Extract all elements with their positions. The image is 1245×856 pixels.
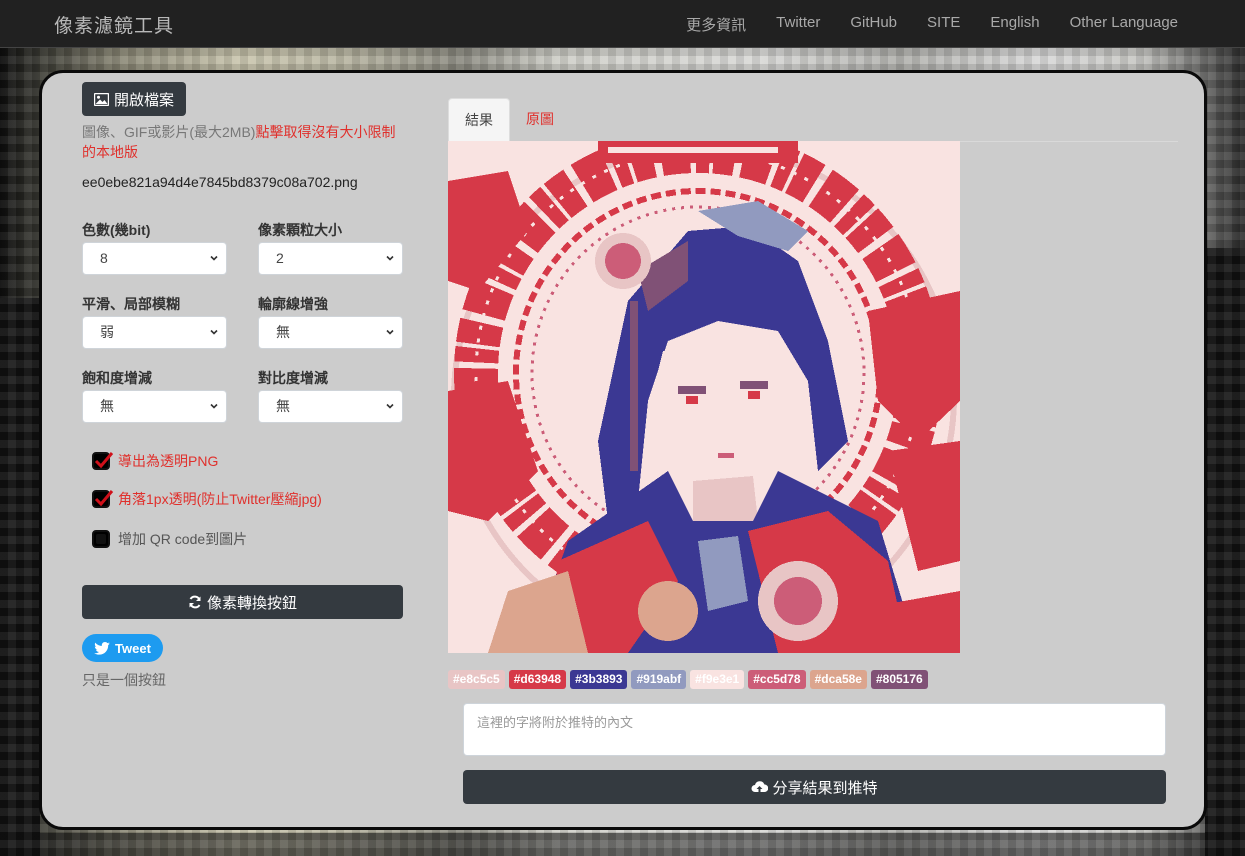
smoothing-select[interactable]: 弱 bbox=[82, 316, 227, 349]
share-label: 分享結果到推特 bbox=[772, 779, 878, 797]
tweet-label: Tweet bbox=[115, 640, 151, 656]
smoothing-value: 弱 bbox=[100, 324, 114, 340]
checkmark-icon bbox=[94, 452, 114, 469]
twitter-bird-icon bbox=[94, 641, 110, 655]
chevron-down-icon bbox=[386, 403, 394, 409]
pixel-convert-label: 像素轉換按鈕 bbox=[206, 594, 297, 612]
only-button-caption: 只是一個按鈕 bbox=[82, 672, 166, 688]
pixel-size-value: 2 bbox=[276, 250, 284, 266]
open-file-button[interactable]: 開啟檔案 bbox=[82, 82, 187, 116]
saturation-select[interactable]: 無 bbox=[82, 390, 227, 423]
file-hint-text: 圖像、GIF或影片(最大2MB) bbox=[82, 124, 256, 140]
result-preview-image bbox=[448, 141, 960, 653]
pixel-convert-button[interactable]: 像素轉換按鈕 bbox=[82, 585, 403, 619]
qr-code-checkbox[interactable] bbox=[92, 530, 110, 548]
chevron-down-icon bbox=[210, 255, 218, 261]
navbar: 像素濾鏡工具 更多資訊 Twitter GitHub SITE English … bbox=[0, 0, 1245, 48]
pixel-size-label: 像素顆粒大小 bbox=[258, 222, 342, 238]
transparent-png-option[interactable]: 導出為透明PNG bbox=[92, 451, 218, 471]
corner-transparent-label: 角落1px透明(防止Twitter壓縮jpg) bbox=[118, 491, 322, 507]
palette-swatch: #d63948 bbox=[508, 670, 567, 689]
qr-code-label: 增加 QR code到圖片 bbox=[118, 531, 248, 547]
color-palette: #e8c5c5 #d63948 #3b3893 #919abf #f9e3e1 … bbox=[448, 670, 928, 689]
tab-original[interactable]: 原圖 bbox=[510, 98, 570, 141]
saturation-label: 飽和度增減 bbox=[82, 370, 152, 386]
nav-link-github[interactable]: GitHub bbox=[850, 14, 897, 35]
contrast-select[interactable]: 無 bbox=[258, 390, 403, 423]
color-count-value: 8 bbox=[100, 250, 108, 266]
transparent-png-checkbox[interactable] bbox=[92, 452, 114, 470]
tweet-button[interactable]: Tweet bbox=[82, 634, 163, 662]
chevron-down-icon bbox=[386, 329, 394, 335]
outline-label: 輪廓線增強 bbox=[258, 296, 328, 312]
transparent-png-label: 導出為透明PNG bbox=[118, 453, 219, 469]
share-to-twitter-button[interactable]: 分享結果到推特 bbox=[463, 770, 1166, 804]
image-icon bbox=[94, 92, 109, 106]
palette-swatch: #805176 bbox=[870, 670, 928, 689]
pixel-size-select[interactable]: 2 bbox=[258, 242, 403, 275]
saturation-value: 無 bbox=[100, 398, 114, 414]
palette-swatch: #919abf bbox=[631, 670, 687, 689]
nav-link-twitter[interactable]: Twitter bbox=[776, 14, 820, 35]
palette-swatch: #e8c5c5 bbox=[448, 670, 505, 689]
chevron-down-icon bbox=[210, 329, 218, 335]
nav-links: 更多資訊 Twitter GitHub SITE English Other L… bbox=[656, 14, 1178, 35]
result-tabs: 結果 原圖 bbox=[448, 98, 1178, 142]
color-count-select[interactable]: 8 bbox=[82, 242, 227, 275]
tab-result[interactable]: 結果 bbox=[448, 98, 510, 141]
chevron-down-icon bbox=[210, 403, 218, 409]
palette-swatch: #cc5d78 bbox=[748, 670, 806, 689]
palette-swatch: #3b3893 bbox=[570, 670, 628, 689]
palette-swatch: #f9e3e1 bbox=[690, 670, 745, 689]
nav-link-site[interactable]: SITE bbox=[927, 14, 960, 35]
tweet-text-input[interactable]: 這裡的字將附於推特的內文 bbox=[463, 703, 1166, 756]
chevron-down-icon bbox=[386, 255, 394, 261]
file-hint: 圖像、GIF或影片(最大2MB)點擊取得沒有大小限制的本地版 bbox=[82, 122, 407, 162]
outline-select[interactable]: 無 bbox=[258, 316, 403, 349]
pixel-art-illustration bbox=[448, 141, 960, 653]
corner-transparent-option[interactable]: 角落1px透明(防止Twitter壓縮jpg) bbox=[92, 489, 322, 509]
brand-title[interactable]: 像素濾鏡工具 bbox=[54, 11, 174, 38]
open-file-label: 開啟檔案 bbox=[114, 91, 175, 109]
color-count-label: 色數(幾bit) bbox=[82, 222, 151, 238]
nav-link-more-info[interactable]: 更多資訊 bbox=[686, 14, 746, 35]
main-card: 開啟檔案 圖像、GIF或影片(最大2MB)點擊取得沒有大小限制的本地版 ee0e… bbox=[39, 70, 1207, 830]
contrast-label: 對比度增減 bbox=[258, 370, 328, 386]
qr-code-option[interactable]: 增加 QR code到圖片 bbox=[92, 529, 247, 549]
contrast-value: 無 bbox=[276, 398, 290, 414]
nav-link-other-language[interactable]: Other Language bbox=[1070, 14, 1178, 35]
refresh-icon bbox=[189, 595, 201, 609]
smoothing-label: 平滑、局部模糊 bbox=[82, 296, 180, 312]
outline-value: 無 bbox=[276, 324, 290, 340]
checkmark-icon bbox=[94, 490, 114, 507]
nav-link-english[interactable]: English bbox=[990, 14, 1039, 35]
palette-swatch: #dca58e bbox=[809, 670, 867, 689]
cloud-upload-icon bbox=[751, 781, 769, 793]
corner-transparent-checkbox[interactable] bbox=[92, 490, 114, 508]
file-name: ee0ebe821a94d4e7845bd8379c08a702.png bbox=[82, 174, 358, 190]
